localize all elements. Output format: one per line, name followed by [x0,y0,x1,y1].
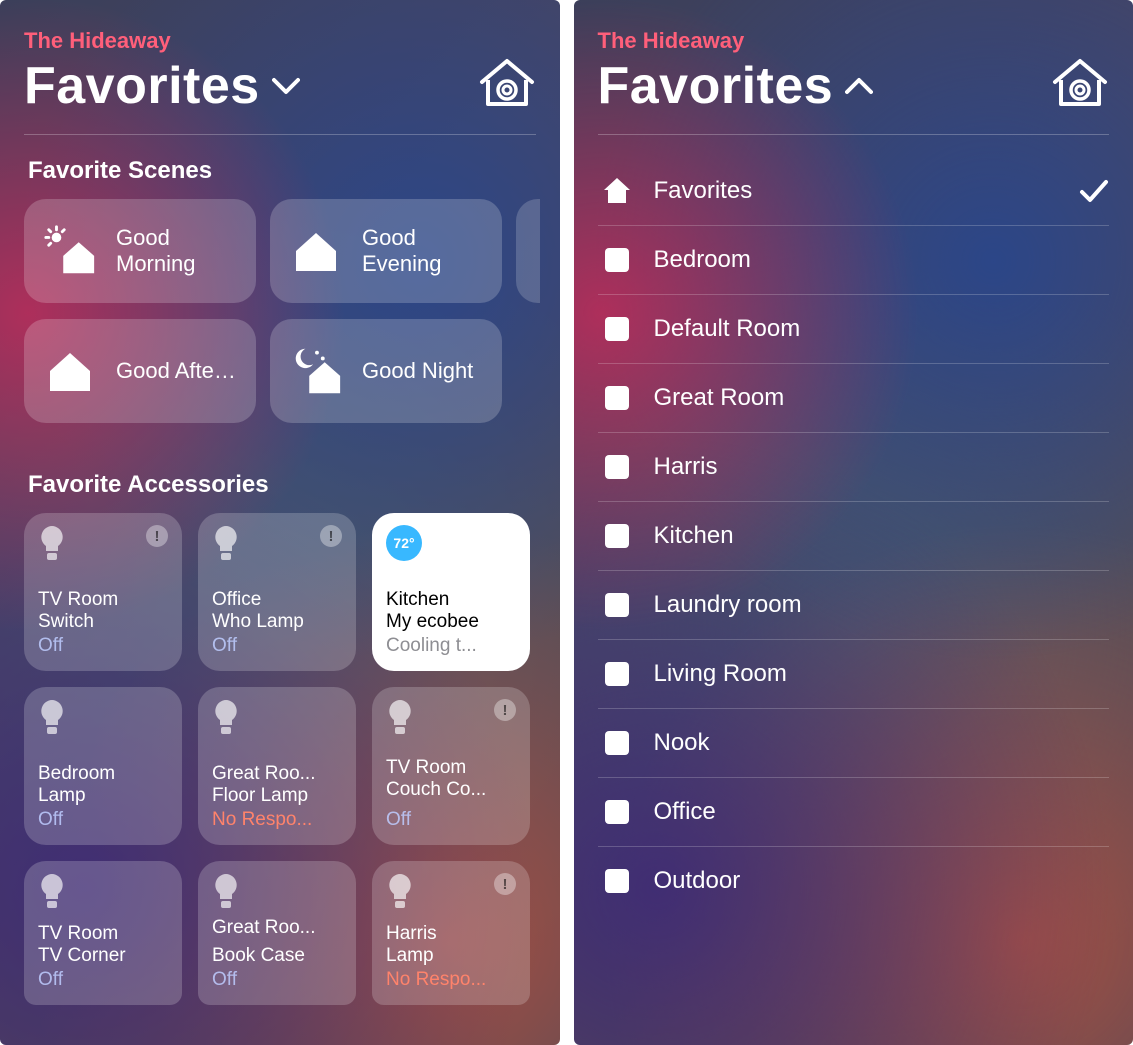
home-icon-button[interactable] [1051,56,1109,110]
room-item[interactable]: Default Room [598,295,1110,364]
room-item[interactable]: Office [598,778,1110,847]
accessories-grid: ! TV RoomSwitch Off ! OfficeWho Lamp Off… [24,513,536,1005]
lightbulb-icon [38,699,66,737]
home-name: The Hideaway [24,28,536,54]
lightbulb-icon [386,873,414,911]
alert-icon: ! [494,873,516,895]
status: Off [38,969,168,991]
page-title: Favorites [598,56,834,116]
status: Off [38,635,168,657]
status: No Respo... [212,809,342,831]
room-label: Default Room [654,315,801,343]
accessory-tile-thermostat[interactable]: 72° KitchenMy ecobee Cooling t... [372,513,530,671]
scene-good-morning[interactable]: Good Morning [24,199,256,303]
page-title-dropdown[interactable]: Favorites [598,56,874,116]
room-label: Harris [654,453,718,481]
scenes-grid: Good Morning Good Evening Good Aftern... [24,199,536,423]
room-icon [602,385,632,411]
chevron-down-icon [272,77,300,95]
house-icon [288,229,344,273]
room-label: Favorites [654,177,753,205]
room-item[interactable]: Living Room [598,640,1110,709]
lightbulb-icon [38,525,66,563]
scene-good-evening[interactable]: Good Evening [270,199,502,303]
pane-favorites: The Hideaway Favorites Favorite Scenes [0,0,560,1045]
room-item[interactable]: Outdoor [598,847,1110,903]
room-label: Great Room [654,384,785,412]
room-icon [602,661,632,687]
thermostat-icon: 72° [386,525,422,561]
status: Cooling t... [386,635,516,657]
room-item[interactable]: Great Room [598,364,1110,433]
room-icon [602,592,632,618]
room-label: Office [654,798,716,826]
accessory-tile[interactable]: TV RoomTV Corner Off [24,861,182,1005]
scene-good-night[interactable]: Good Night [270,319,502,423]
lightbulb-icon [212,699,240,737]
room-item[interactable]: Nook [598,709,1110,778]
divider [24,134,536,135]
house-icon [42,349,98,393]
room-icon [602,454,632,480]
moon-house-icon [288,344,344,398]
lightbulb-icon [212,525,240,563]
scene-label: Good Night [362,358,473,384]
scene-label: Good Morning [116,225,236,277]
pane-room-picker: The Hideaway Favorites [574,0,1133,1045]
status: Off [212,635,342,657]
section-favorite-accessories: Favorite Accessories [24,471,536,499]
accessory-tile[interactable]: ! HarrisLamp No Respo... [372,861,530,1005]
accessory-tile[interactable]: ! TV RoomSwitch Off [24,513,182,671]
accessory-tile[interactable]: ! OfficeWho Lamp Off [198,513,356,671]
favorites-home-icon [602,177,632,205]
scene-peek[interactable] [516,199,540,303]
room-item[interactable]: Harris [598,433,1110,502]
accessory-tile[interactable]: BedroomLamp Off [24,687,182,845]
room-icon [602,730,632,756]
room-item-favorites[interactable]: Favorites [598,157,1110,226]
room-label: Bedroom [654,246,751,274]
accessory-tile[interactable]: Great Roo...Book Case Off [198,861,356,1005]
chevron-up-icon [845,77,873,95]
alert-icon: ! [494,699,516,721]
room-item[interactable]: Kitchen [598,502,1110,571]
room-label: Laundry room [654,591,802,619]
scene-label: Good Aftern... [116,358,236,384]
scene-good-afternoon[interactable]: Good Aftern... [24,319,256,423]
room-label: Living Room [654,660,787,688]
room-label: Kitchen [654,522,734,550]
accessory-tile[interactable]: ! TV RoomCouch Co... Off [372,687,530,845]
room-icon [602,316,632,342]
alert-icon: ! [320,525,342,547]
room-item[interactable]: Laundry room [598,571,1110,640]
lightbulb-icon [38,873,66,911]
status: Off [38,809,168,831]
checkmark-icon [1079,179,1109,203]
status: No Respo... [386,969,516,991]
room-label: Nook [654,729,710,757]
section-favorite-scenes: Favorite Scenes [24,157,536,185]
room-icon [602,523,632,549]
accessory-tile[interactable]: Great Roo...Floor Lamp No Respo... [198,687,356,845]
sunrise-house-icon [42,224,98,278]
status: Off [212,969,342,991]
divider [598,134,1110,135]
home-name: The Hideaway [598,28,1110,54]
alert-icon: ! [146,525,168,547]
room-label: Outdoor [654,867,741,895]
room-item[interactable]: Bedroom [598,226,1110,295]
room-icon [602,247,632,273]
lightbulb-icon [212,873,240,911]
scene-label: Good Evening [362,225,482,277]
page-title-dropdown[interactable]: Favorites [24,56,300,116]
home-icon-button[interactable] [478,56,536,110]
room-list: Favorites Bedroom Default Room Great Roo… [598,157,1110,903]
lightbulb-icon [386,699,414,737]
page-title: Favorites [24,56,260,116]
room-icon [602,868,632,894]
room-icon [602,799,632,825]
status: Off [386,809,516,831]
